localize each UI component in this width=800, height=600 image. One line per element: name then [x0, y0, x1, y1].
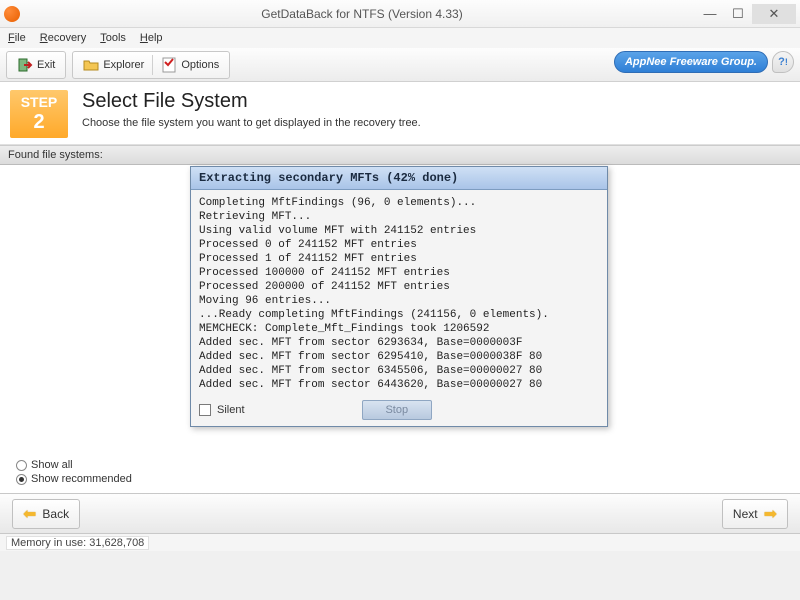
nav-bar: ⬅ Back Next ➡	[0, 493, 800, 533]
toolbar: Exit Explorer Options AppNee Freeware Gr…	[0, 48, 800, 82]
next-label: Next	[733, 507, 758, 521]
menu-recovery[interactable]: Recovery	[40, 32, 86, 44]
maximize-button[interactable]: ☐	[724, 4, 752, 24]
window-controls: — ☐ ✕	[696, 4, 796, 24]
menubar: File Recovery Tools Help	[0, 28, 800, 48]
options-button[interactable]: Options	[155, 54, 225, 76]
arrow-left-icon: ⬅	[23, 504, 36, 524]
close-button[interactable]: ✕	[752, 4, 796, 24]
titlebar: GetDataBack for NTFS (Version 4.33) — ☐ …	[0, 0, 800, 28]
log-output: Completing MftFindings (96, 0 elements).…	[199, 196, 599, 392]
radio-show-all-label: Show all	[31, 459, 73, 471]
dialog-title: Extracting secondary MFTs (42% done)	[191, 167, 607, 190]
progress-dialog: Extracting secondary MFTs (42% done) Com…	[190, 166, 608, 427]
view-filter-radios: Show all Show recommended	[16, 459, 132, 485]
toolbar-divider	[152, 55, 153, 75]
minimize-button[interactable]: —	[696, 4, 724, 24]
step-word: STEP	[21, 95, 58, 110]
brand-area: AppNee Freeware Group. ?!	[614, 51, 794, 73]
arrow-right-icon: ➡	[764, 504, 777, 524]
back-button[interactable]: ⬅ Back	[12, 499, 80, 529]
menu-help[interactable]: Help	[140, 32, 163, 44]
radio-show-recommended-label: Show recommended	[31, 473, 132, 485]
step-badge: STEP 2	[10, 90, 68, 138]
window-title: GetDataBack for NTFS (Version 4.33)	[28, 7, 696, 21]
brand-bubble[interactable]: AppNee Freeware Group.	[614, 51, 768, 73]
memory-status: Memory in use: 31,628,708	[6, 536, 149, 550]
menu-tools[interactable]: Tools	[100, 32, 126, 44]
silent-label: Silent	[217, 404, 245, 416]
explorer-button[interactable]: Explorer	[77, 54, 150, 76]
step-text: Select File System Choose the file syste…	[82, 90, 421, 129]
exit-label: Exit	[37, 59, 55, 71]
toolbar-group-view: Explorer Options	[72, 51, 230, 79]
step-banner: STEP 2 Select File System Choose the fil…	[0, 82, 800, 145]
explorer-label: Explorer	[103, 59, 144, 71]
stop-button[interactable]: Stop	[362, 400, 432, 420]
toolbar-group-exit: Exit	[6, 51, 66, 79]
radio-icon	[16, 474, 27, 485]
exit-button[interactable]: Exit	[11, 54, 61, 76]
found-filesystems-header: Found file systems:	[0, 145, 800, 165]
page-subtitle: Choose the file system you want to get d…	[82, 117, 421, 129]
step-number: 2	[33, 111, 44, 133]
options-icon	[161, 57, 177, 73]
radio-show-recommended[interactable]: Show recommended	[16, 473, 132, 485]
dialog-body: Completing MftFindings (96, 0 elements).…	[191, 190, 607, 396]
help-icon[interactable]: ?!	[772, 51, 794, 73]
statusbar: Memory in use: 31,628,708	[0, 533, 800, 551]
menu-file[interactable]: File	[8, 32, 26, 44]
back-label: Back	[42, 507, 69, 521]
radio-icon	[16, 460, 27, 471]
checkbox-icon	[199, 404, 211, 416]
exit-icon	[17, 57, 33, 73]
next-button[interactable]: Next ➡	[722, 499, 788, 529]
dialog-footer: Silent Stop	[191, 396, 607, 426]
options-label: Options	[181, 59, 219, 71]
silent-checkbox-row[interactable]: Silent	[199, 404, 245, 416]
folder-icon	[83, 57, 99, 73]
app-icon	[4, 6, 20, 22]
page-title: Select File System	[82, 90, 421, 113]
radio-show-all[interactable]: Show all	[16, 459, 132, 471]
